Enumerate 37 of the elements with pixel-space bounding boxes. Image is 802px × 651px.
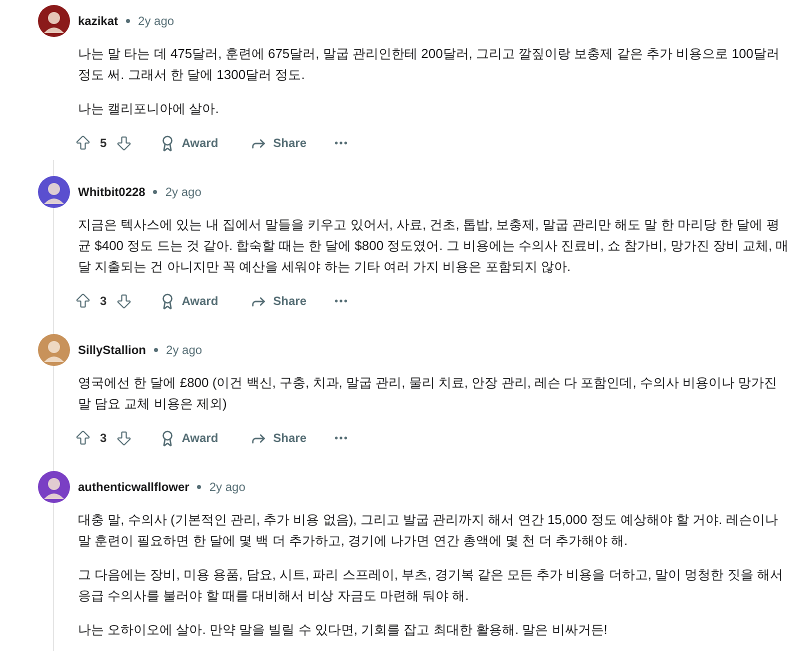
award-button[interactable]: Award: [148, 286, 228, 316]
author-name[interactable]: authenticwallflower: [78, 480, 190, 494]
share-button[interactable]: Share: [240, 424, 317, 452]
downvote-icon[interactable]: [114, 292, 133, 310]
upvote-icon[interactable]: [74, 429, 92, 447]
comment-text: 영국에선 한 달에 £800 (이건 백신, 구충, 치과, 말굽 관리, 물리 치료, 안장 관리, 레슨 다 포함인데, 수의사 비용이나 망가진 말 담요 교체 비용은 제외): [78, 374, 778, 413]
separator-dot-icon: [126, 19, 130, 23]
author-name[interactable]: SillyStallion: [78, 343, 146, 357]
share-button[interactable]: Share: [240, 128, 317, 158]
author-name[interactable]: kazikat: [78, 14, 118, 28]
comment-text: 나는 캘리포니아에 살아.: [78, 100, 220, 118]
upvote-icon[interactable]: [74, 134, 92, 152]
avatar-icon[interactable]: [38, 5, 70, 37]
comment-text: 대충 말, 수의사 (기본적인 관리, 추가 비용 없음), 그리고 발굽 관리까지 해서 연간 15,000 정도 예상해야 할 거야. 레슨이나 말 훈련이 필요하면 한 달에 몇 백 더 추가하고, 경기에 나가면 연간 총액에 몇 천 더 추가해야 해.: [78, 511, 779, 550]
share-button[interactable]: Share: [240, 286, 317, 316]
comment-text: 그 다음에는 장비, 미용 용품, 담요, 시트, 파리 스프레이, 부츠, 경기복 같은 모든 추가 비용을 더하고, 말이 멍청한 짓을 해서 응급 수의사를 불러야 할 때를 대비해서 비상 자금도 마련해 둬야 해.: [78, 566, 784, 605]
comment-text: 나는 오하이오에 살아. 만약 말을 빌릴 수 있다면, 기회를 잡고 최대한 활용해. 말은 비싸거든!: [78, 621, 608, 639]
vote-count: 3: [100, 431, 107, 445]
vote-count: 3: [100, 294, 107, 308]
separator-dot-icon: [153, 190, 158, 194]
avatar-icon[interactable]: [38, 176, 70, 208]
author-name[interactable]: Whitbit0228: [78, 185, 146, 199]
downvote-icon[interactable]: [114, 429, 133, 447]
separator-dot-icon: [154, 348, 158, 352]
separator-dot-icon: [197, 485, 202, 489]
comment-text: 나는 말 타는 데 475달러, 훈련에 675달러, 말굽 관리인한테 200달러, 그리고 깔짚이랑 보충제 같은 추가 비용으로 100달러 정도 써. 그래서 한 달에 1300달러 정도.: [78, 45, 780, 84]
comment-time: 2y ago: [138, 14, 174, 28]
comment-time: 2y ago: [166, 343, 202, 357]
comment-time: 2y ago: [165, 185, 202, 199]
vote-count: 5: [100, 136, 107, 150]
comment-time: 2y ago: [209, 480, 246, 494]
upvote-icon[interactable]: [74, 292, 92, 310]
downvote-icon[interactable]: [114, 134, 133, 152]
avatar-icon[interactable]: [38, 471, 70, 503]
award-button[interactable]: Award: [148, 128, 228, 158]
comment-text: 지금은 텍사스에 있는 내 집에서 말들을 키우고 있어서, 사료, 건초, 톱밥, 보충제, 말굽 관리만 해도 말 한 마리당 한 달에 평균 $400 정도 드는 것 같아. 합숙할 때는 한 달에 $800 정도였어. 그 비용에는 수의사 진료비, 쇼 참가비, 망가진 장비 교체, 매달 지출되는 건 아니지만 꼭 예산을 세워야 하는 기타 여러 가지 비용은 포함되지 않아.: [78, 216, 790, 276]
award-button[interactable]: Award: [148, 424, 228, 452]
